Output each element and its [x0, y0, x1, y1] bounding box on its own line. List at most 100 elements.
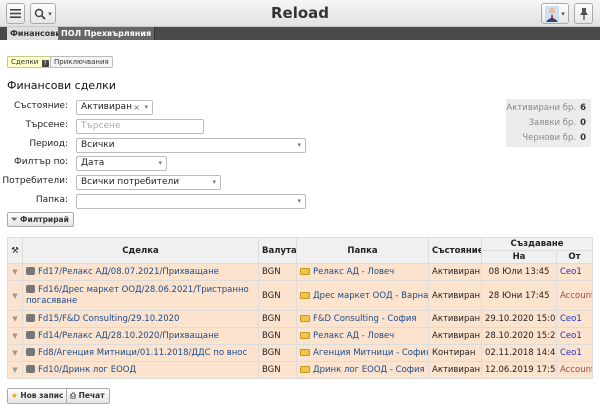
- folder-select[interactable]: ▾: [76, 194, 306, 209]
- subtab-closings[interactable]: Приключвания: [50, 56, 113, 68]
- col-state[interactable]: Състояние: [428, 237, 482, 264]
- search-input[interactable]: Търсене: [76, 119, 204, 134]
- new-record-label: Нов запис: [20, 391, 64, 400]
- print-label: Печат: [78, 391, 105, 400]
- table-row[interactable]: ▼ Fd8/Агенция Митници/01.11.2018/ДДС по …: [7, 344, 594, 362]
- tools-header[interactable]: ⚒: [7, 237, 23, 264]
- table-row[interactable]: ▼ Fd14/Релакс АД/28.10.2020/Прихващане B…: [7, 327, 594, 345]
- folder-link[interactable]: Дрес маркет ООД - Варна: [296, 280, 429, 311]
- stats-panel: Активирани бр. 6 Заявки бр. 0 Чернови бр. 0: [506, 99, 591, 147]
- created-on-cell: 28 Юни 17:45: [481, 280, 557, 311]
- filter-by-select[interactable]: Дата ▾: [76, 156, 167, 171]
- filter-button[interactable]: ⏷ Филтрирай: [7, 212, 74, 227]
- chevron-down-icon: ▾: [212, 178, 216, 186]
- currency-cell: BGN: [258, 310, 297, 328]
- state-cell: Активиран: [428, 361, 482, 379]
- created-on-cell: 02.11.2018 14:47: [481, 344, 557, 362]
- menu-button[interactable]: [6, 3, 25, 24]
- chevron-down-icon: ▾: [297, 197, 301, 205]
- period-label: Период:: [29, 139, 68, 149]
- users-label: Потребители:: [2, 176, 68, 186]
- col-folder[interactable]: Папка: [296, 237, 429, 264]
- print-button[interactable]: ⎙ Печат: [66, 388, 110, 404]
- created-on-cell: 29.10.2020 15:00: [481, 310, 557, 328]
- col-from[interactable]: От: [555, 250, 594, 264]
- deal-icon: [26, 266, 35, 275]
- status-label: Състояние:: [13, 101, 68, 111]
- deal-link[interactable]: Fd17/Релакс АД/08.07.2021/Прихващане: [22, 263, 259, 281]
- folder-link[interactable]: Агенция Митници - София: [296, 344, 429, 362]
- tools-icon: ⚒: [11, 245, 19, 256]
- folder-link[interactable]: Дринк лог ЕООД - София: [296, 361, 429, 379]
- star-icon: ★: [11, 391, 18, 400]
- folder-link[interactable]: Релакс АД - Ловеч: [296, 327, 429, 345]
- clear-icon[interactable]: ×: [133, 101, 140, 114]
- created-by-link[interactable]: Ceo1: [555, 344, 594, 362]
- new-record-button[interactable]: ★ Нов запис: [7, 388, 69, 404]
- row-menu-icon[interactable]: ▼: [7, 263, 23, 281]
- funnel-icon: ⏷: [11, 215, 18, 224]
- folder-icon: [300, 268, 310, 275]
- status-select[interactable]: Активиран × ▾: [76, 100, 153, 115]
- filter-button-label: Филтрирай: [20, 215, 69, 224]
- created-by-link[interactable]: Ceo1: [555, 327, 594, 345]
- filter-by-value: Дата: [81, 158, 105, 168]
- row-menu-icon[interactable]: ▼: [7, 310, 23, 328]
- created-on-cell: 08 Юли 13:45: [481, 263, 557, 281]
- pin-button[interactable]: [574, 3, 593, 24]
- folder-icon: [300, 332, 310, 339]
- deal-link[interactable]: Fd15/F&D Consulting/29.10.2020: [22, 310, 259, 328]
- deal-icon: [26, 347, 35, 356]
- table-row[interactable]: ▼ Fd15/F&D Consulting/29.10.2020 BGN F&D…: [7, 310, 594, 328]
- table-row[interactable]: ▼ Fd17/Релакс АД/08.07.2021/Прихващане B…: [7, 263, 594, 281]
- chevron-down-icon: ▾: [48, 9, 52, 18]
- deal-link[interactable]: Fd10/Дринк лог ЕООД: [22, 361, 259, 379]
- stat-requests: Заявки бр. 0: [528, 118, 586, 128]
- table-row[interactable]: ▼ Fd10/Дринк лог ЕООД BGN Дринк лог ЕООД…: [7, 361, 594, 379]
- deal-link[interactable]: Fd16/Дрес маркет ООД/28.06.2021/Тристран…: [22, 280, 259, 311]
- created-on-cell: 12.06.2019 17:54: [481, 361, 557, 379]
- row-menu-icon[interactable]: ▼: [7, 280, 23, 311]
- main-tabs: Финансови ПОЛ Прехвърляния: [0, 27, 600, 40]
- row-menu-icon[interactable]: ▼: [7, 344, 23, 362]
- deal-link[interactable]: Fd14/Релакс АД/28.10.2020/Прихващане: [22, 327, 259, 345]
- row-menu-icon[interactable]: ▼: [7, 361, 23, 379]
- state-cell: Активиран: [428, 327, 482, 345]
- users-select[interactable]: Всички потребители ▾: [76, 175, 221, 190]
- subtab-deals[interactable]: Сделки ?: [7, 56, 53, 68]
- top-bar: ▾ Reload ▾: [0, 0, 600, 27]
- table-row[interactable]: ▼ Fd16/Дрес маркет ООД/28.06.2021/Тристр…: [7, 280, 594, 311]
- folder-icon: [300, 291, 310, 299]
- search-menu-button[interactable]: ▾: [30, 3, 56, 24]
- tab-transfers[interactable]: Прехвърляния: [81, 27, 156, 40]
- created-by-link[interactable]: Account: [555, 280, 594, 311]
- col-created: Създаване: [480, 237, 594, 251]
- folder-icon: [300, 349, 310, 356]
- user-menu-button[interactable]: ▾: [541, 3, 569, 24]
- created-by-link[interactable]: Ceo1: [555, 310, 594, 328]
- avatar-icon: [545, 5, 560, 22]
- period-select[interactable]: Всички ▾: [76, 138, 306, 153]
- currency-cell: BGN: [258, 263, 297, 281]
- row-menu-icon[interactable]: ▼: [7, 327, 23, 345]
- folder-link[interactable]: Релакс АД - Ловеч: [296, 263, 429, 281]
- pin-icon: [579, 7, 588, 20]
- filter-by-label: Филтър по:: [14, 157, 68, 167]
- status-value: Активиран: [81, 102, 132, 112]
- tab-financial[interactable]: Финансови: [7, 27, 65, 40]
- col-deal[interactable]: Сделка: [22, 237, 259, 264]
- deal-icon: [26, 330, 35, 339]
- col-currency[interactable]: Валута: [258, 237, 297, 264]
- folder-icon: [300, 366, 310, 373]
- folder-link[interactable]: F&D Consulting - София: [296, 310, 429, 328]
- col-on[interactable]: На: [481, 250, 557, 264]
- deal-icon: [26, 364, 35, 373]
- created-by-link[interactable]: Ceo1: [555, 263, 594, 281]
- search-placeholder: Търсене: [81, 121, 121, 131]
- state-cell: Активиран: [428, 263, 482, 281]
- deal-link[interactable]: Fd8/Агенция Митници/01.11.2018/ДДС по вн…: [22, 344, 259, 362]
- created-by-link[interactable]: Account: [555, 361, 594, 379]
- search-label: Търсене:: [25, 120, 68, 130]
- printer-icon: ⎙: [70, 391, 76, 400]
- hamburger-icon: [10, 9, 21, 18]
